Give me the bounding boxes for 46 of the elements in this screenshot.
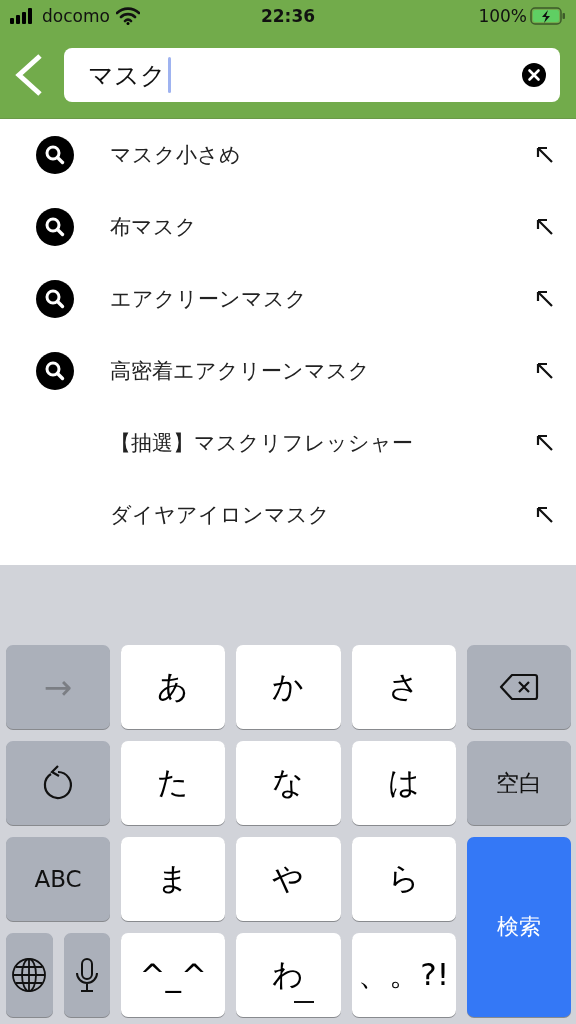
back-icon[interactable] [14,53,44,97]
search-icon [36,136,74,174]
keyboard-key[interactable]: ま [121,837,226,921]
keyboard-key[interactable]: さ [351,645,456,729]
fill-in-arrow-icon[interactable] [536,218,554,236]
suggestion-item[interactable]: 高密着エアクリーンマスク [0,335,576,407]
keyboard-key[interactable]: あ [121,645,226,729]
suggestion-item[interactable]: マスク小さめ [0,119,576,191]
keyboard-key[interactable]: わ [236,933,341,1017]
keyboard-key[interactable]: 空白 [466,741,571,825]
keyboard-key[interactable]: ^_^ [121,933,226,1017]
fill-in-arrow-icon[interactable] [536,290,554,308]
carrier-name: docomo [42,6,110,26]
keyboard-key[interactable]: ABC [6,837,111,921]
keyboard-key[interactable]: な [236,741,341,825]
suggestion-item[interactable]: エアクリーンマスク [0,263,576,335]
keyboard-key[interactable] [63,933,111,1017]
suggestion-item[interactable]: ダイヤアイロンマスク [0,479,576,551]
suggestion-item[interactable]: 【抽選】マスクリフレッシャー [0,407,576,479]
fill-in-arrow-icon[interactable] [536,434,554,452]
keyboard-key[interactable] [466,645,571,729]
keyboard-key[interactable]: は [351,741,456,825]
clock-time: 22:36 [259,6,317,26]
microphone-icon [74,957,99,993]
keyboard-key[interactable] [6,933,53,1017]
search-icon [36,280,74,318]
search-icon [36,352,74,390]
keyboard-key[interactable]: 検索 [466,837,571,1017]
fill-in-arrow-icon[interactable] [536,506,554,524]
keyboard-key[interactable]: や [236,837,341,921]
globe-icon [11,957,48,993]
keyboard-key[interactable]: 、。?! [351,933,456,1017]
fill-in-arrow-icon[interactable] [536,362,554,380]
clear-icon[interactable] [522,63,546,87]
battery-charging-icon [530,7,566,25]
suggestion-item[interactable]: 布マスク [0,191,576,263]
keyboard-key[interactable]: た [121,741,226,825]
fill-in-arrow-icon[interactable] [536,146,554,164]
backspace-icon [498,673,539,701]
battery-percent: 100% [478,6,527,26]
underline-mark [294,1001,315,1003]
search-icon [36,208,74,246]
wifi-icon [115,7,140,25]
search-field[interactable]: マスク [64,48,560,102]
keyboard-key[interactable]: ら [351,837,456,921]
keyboard-key[interactable]: か [236,645,341,729]
